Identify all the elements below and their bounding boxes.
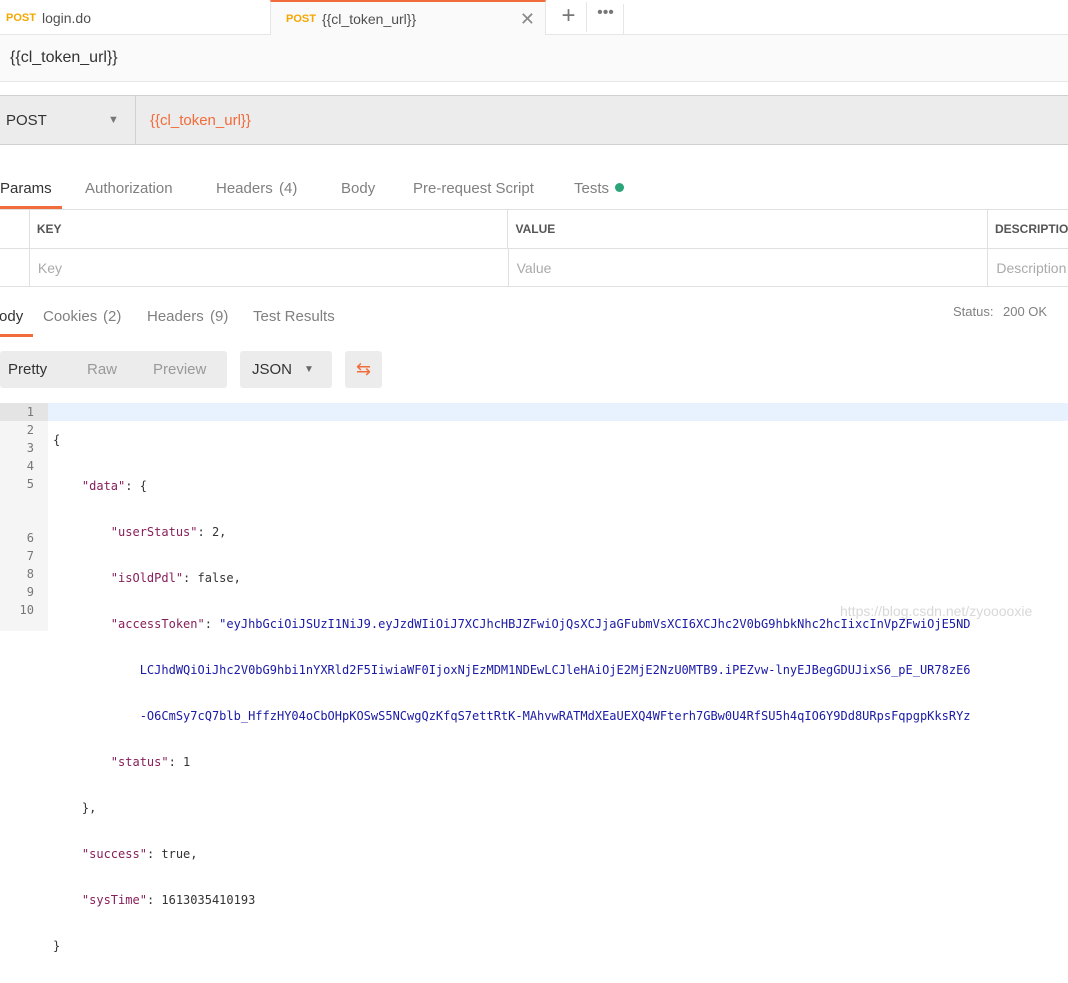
line-number: 9: [26, 585, 34, 599]
method-select[interactable]: POST ▼: [0, 96, 136, 144]
tab-body[interactable]: Body: [341, 180, 375, 197]
method-value: POST: [6, 111, 47, 129]
line-number: 6: [26, 531, 34, 545]
format-value: JSON: [252, 361, 293, 378]
tab-label: {{cl_token_url}}: [321, 11, 417, 27]
tab-login[interactable]: POST login.do: [0, 0, 270, 35]
tab-cl-token[interactable]: POST {{cl_token_url}} ✕: [270, 0, 546, 36]
url-row: POST ▼ {{cl_token_url}}: [0, 95, 1068, 145]
response-tabs: Body Cookies (2) Headers (9) Test Result…: [0, 304, 1068, 338]
line-numbers: 1 2 3 4 5 6 7 8 9 10: [0, 403, 48, 631]
line-number: 1: [0, 403, 48, 421]
json-source: { "data": { "userStatus": 2, "isOldPdl":…: [53, 433, 971, 953]
tab-method: POST: [286, 13, 316, 25]
tests-dot-icon: [615, 183, 624, 192]
view-mode-group: Pretty Raw Preview: [0, 351, 227, 388]
request-tabs: Params Authorization Headers (4) Body Pr…: [0, 180, 1068, 210]
cookies-count: (2): [103, 308, 122, 325]
url-input[interactable]: {{cl_token_url}}: [150, 96, 251, 144]
headers-count: (4): [279, 180, 298, 197]
tab-headers[interactable]: Headers: [216, 180, 273, 197]
line-number: 4: [26, 459, 34, 473]
params-table: KEY VALUE DESCRIPTION Key Value Descript…: [0, 209, 1068, 287]
chevron-down-icon: ▼: [108, 114, 119, 126]
tab-tests[interactable]: Tests: [574, 180, 609, 197]
tab-method: POST: [6, 11, 36, 24]
tab-cookies[interactable]: Cookies: [43, 308, 97, 325]
raw-button[interactable]: Raw: [87, 361, 117, 378]
active-tab-indicator: [0, 334, 33, 337]
line-number: 10: [19, 603, 34, 617]
pretty-button[interactable]: Pretty: [8, 361, 47, 378]
column-value: VALUE: [508, 210, 988, 248]
value-input[interactable]: Value: [509, 249, 989, 287]
tab-response-headers[interactable]: Headers: [147, 308, 204, 325]
tab-authorization[interactable]: Authorization: [85, 180, 173, 197]
close-icon[interactable]: ✕: [520, 9, 535, 30]
column-key: KEY: [30, 210, 509, 248]
description-input[interactable]: Description: [988, 249, 1068, 287]
line-number: 5: [26, 477, 34, 491]
line-number: 3: [26, 441, 34, 455]
chevron-down-icon: ▼: [304, 364, 314, 375]
watermark: https://blog.csdn.net/zyooooxie: [840, 603, 1033, 619]
wrap-lines-icon[interactable]: ⇆: [345, 351, 382, 388]
tab-params[interactable]: Params: [0, 180, 52, 197]
line-number: 2: [26, 423, 34, 437]
tab-label: login.do: [41, 9, 91, 26]
tab-bar: POST login.do POST {{cl_token_url}} ✕ + …: [0, 0, 1068, 36]
more-icon[interactable]: •••: [588, 4, 624, 34]
status-label: Status:: [953, 304, 994, 319]
format-select[interactable]: JSON ▼: [240, 351, 332, 388]
response-headers-count: (9): [210, 308, 229, 325]
preview-button[interactable]: Preview: [153, 361, 206, 378]
add-tab-icon[interactable]: +: [551, 2, 587, 32]
status-value: 200 OK: [1003, 304, 1048, 319]
key-input[interactable]: Key: [30, 249, 509, 287]
title-text: {{cl_token_url}}: [10, 49, 118, 66]
response-body-editor[interactable]: 1 2 3 4 5 6 7 8 9 10 { "data": { "userSt…: [0, 403, 1068, 953]
tab-test-results[interactable]: Test Results: [253, 308, 335, 325]
line-number: 8: [26, 567, 34, 581]
line-number: 7: [26, 549, 34, 563]
column-description: DESCRIPTION: [995, 222, 1068, 236]
tab-response-body[interactable]: Body: [0, 308, 23, 325]
tab-pre-request-script[interactable]: Pre-request Script: [413, 180, 534, 197]
request-title: {{cl_token_url}}: [0, 35, 1068, 82]
